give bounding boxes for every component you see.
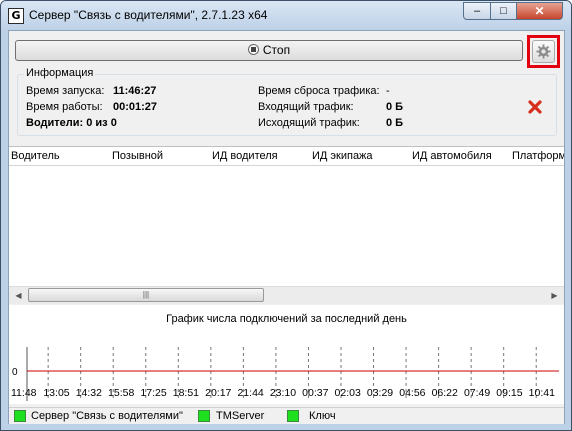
x-tick-label: 18:51 bbox=[172, 387, 200, 399]
uptime-value: 00:01:27 bbox=[113, 101, 158, 113]
scroll-left-arrow[interactable]: ◀ bbox=[10, 287, 27, 304]
outgoing-traffic-label: Исходящий трафик: bbox=[258, 117, 360, 129]
main-panel: Стоп Информация Время запуска: 11:46:27 … bbox=[8, 30, 565, 424]
minimize-button[interactable]: – bbox=[463, 2, 491, 20]
x-tick-label: 11:48 bbox=[11, 387, 37, 399]
horizontal-scrollbar[interactable]: ◀ ||| ▶ bbox=[9, 286, 564, 304]
stop-button-label: Стоп bbox=[262, 43, 291, 57]
scroll-thumb[interactable]: ||| bbox=[28, 288, 264, 302]
key-status-indicator bbox=[287, 410, 299, 422]
column-header-callsign[interactable]: Позывной bbox=[112, 150, 163, 162]
column-header-vehicle-id[interactable]: ИД автомобиля bbox=[412, 150, 492, 162]
table-header: Водитель Позывной ИД водителя ИД экипажа… bbox=[9, 147, 564, 166]
window-title: Сервер "Связь с водителями", 2.7.1.23 x6… bbox=[29, 8, 268, 22]
incoming-traffic-value: 0 Б bbox=[386, 101, 404, 113]
column-header-driver-id[interactable]: ИД водителя bbox=[212, 150, 278, 162]
close-button[interactable]: ✕ bbox=[516, 2, 563, 20]
status-bar: Сервер "Связь с водителями" TMServer Клю… bbox=[9, 407, 564, 424]
start-time-value: 11:46:27 bbox=[113, 85, 157, 97]
server-status-label: Сервер "Связь с водителями" bbox=[31, 410, 183, 422]
x-tick-label: 14:32 bbox=[75, 387, 102, 399]
tmserver-status-indicator bbox=[198, 410, 210, 422]
traffic-reset-value: - bbox=[386, 85, 390, 97]
tmserver-status-label: TMServer bbox=[216, 410, 265, 422]
traffic-reset-label: Время сброса трафика: bbox=[258, 85, 380, 97]
x-tick-label: 03:29 bbox=[366, 387, 394, 399]
x-tick-label: 15:58 bbox=[108, 387, 135, 399]
info-legend: Информация bbox=[24, 67, 96, 79]
x-tick-label: 10:41 bbox=[528, 387, 555, 399]
x-tick-label: 13:05 bbox=[43, 387, 70, 399]
y-tick-label: 0 bbox=[12, 367, 18, 378]
key-status-label: Ключ bbox=[309, 410, 336, 422]
settings-highlight-frame bbox=[527, 35, 560, 68]
x-tick-label: 09:15 bbox=[496, 387, 523, 399]
settings-button[interactable] bbox=[532, 40, 555, 63]
scroll-right-arrow[interactable]: ▶ bbox=[546, 287, 563, 304]
column-header-driver[interactable]: Водитель bbox=[11, 150, 60, 162]
info-group: Информация Время запуска: 11:46:27 Время… bbox=[17, 67, 557, 136]
x-tick-label: 20:17 bbox=[205, 387, 232, 399]
drivers-count: Водители: 0 из 0 bbox=[26, 117, 117, 129]
stop-icon bbox=[247, 44, 259, 55]
start-time-label: Время запуска: bbox=[26, 85, 105, 97]
uptime-label: Время работы: bbox=[26, 101, 103, 113]
column-header-crew-id[interactable]: ИД экипажа bbox=[312, 150, 373, 162]
x-tick-label: 02:03 bbox=[334, 387, 361, 399]
server-status-indicator bbox=[14, 410, 26, 422]
x-tick-label: 17:25 bbox=[140, 387, 167, 399]
disconnect-icon[interactable] bbox=[528, 100, 542, 114]
gear-icon bbox=[536, 44, 551, 59]
title-bar[interactable]: G Сервер "Связь с водителями", 2.7.1.23 … bbox=[1, 1, 571, 29]
maximize-button[interactable]: □ bbox=[490, 2, 517, 20]
x-tick-label: 00:37 bbox=[302, 387, 329, 399]
stop-button[interactable]: Стоп bbox=[15, 40, 523, 61]
x-tick-label: 07:49 bbox=[463, 387, 491, 399]
app-icon: G bbox=[8, 8, 24, 24]
app-window: G Сервер "Связь с водителями", 2.7.1.23 … bbox=[0, 0, 572, 431]
incoming-traffic-label: Входящий трафик: bbox=[258, 101, 354, 113]
x-tick-label: 21:44 bbox=[237, 387, 264, 399]
column-header-platform[interactable]: Платформ bbox=[512, 150, 564, 162]
x-tick-label: 04:56 bbox=[399, 387, 426, 399]
x-tick-label: 23:10 bbox=[269, 387, 297, 399]
drivers-table[interactable]: Водитель Позывной ИД водителя ИД экипажа… bbox=[9, 146, 564, 287]
outgoing-traffic-value: 0 Б bbox=[386, 117, 404, 129]
x-tick-label: 06:22 bbox=[431, 387, 458, 399]
